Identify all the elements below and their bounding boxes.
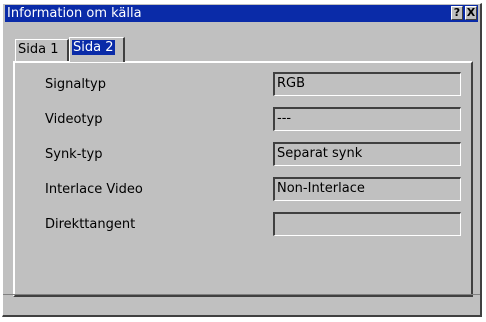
tab-label: Sida 1 [18,42,59,57]
interlace-video-field: Non-Interlace [273,177,461,201]
title-bar[interactable]: Information om källa ? X [5,5,478,22]
close-button[interactable]: X [465,6,477,20]
info-dialog: Information om källa ? X Sida 1 Sida 2 S… [2,3,482,317]
window-title: Information om källa [7,6,142,21]
help-button[interactable]: ? [451,6,463,20]
direkttangent-field [273,212,461,236]
interlace-video-label: Interlace Video [45,182,143,197]
signaltyp-label: Signaltyp [45,77,106,92]
synk-typ-field: Separat synk [273,142,461,166]
synk-typ-label: Synk-typ [45,147,103,162]
signaltyp-field: RGB [273,72,461,96]
tab-panel: Signaltyp RGB Videotyp --- Synk-typ Sepa… [13,61,473,297]
videotyp-label: Videotyp [45,112,103,127]
tab-sida-2[interactable]: Sida 2 [69,37,125,62]
direkttangent-label: Direkttangent [45,217,136,232]
tab-label: Sida 2 [72,40,115,55]
tab-sida-1[interactable]: Sida 1 [15,39,69,61]
status-bar [3,294,480,309]
videotyp-field: --- [273,107,461,131]
title-buttons: ? X [451,6,477,21]
